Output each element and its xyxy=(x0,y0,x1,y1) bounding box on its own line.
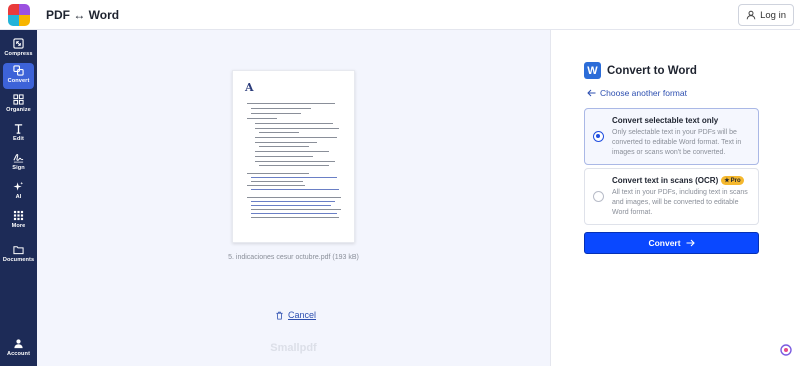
pro-badge: ★ Pro xyxy=(721,176,744,185)
panel-title: Convert to Word xyxy=(607,64,697,77)
user-icon xyxy=(746,10,756,20)
sidebar-item-compress[interactable]: Compress xyxy=(3,36,34,62)
sidebar-item-label: AI xyxy=(15,194,22,200)
sidebar-item-ai[interactable]: AI xyxy=(3,179,34,205)
folder-icon xyxy=(13,246,24,255)
login-button[interactable]: Log in xyxy=(738,4,794,26)
sidebar-item-label: Sign xyxy=(12,165,25,171)
option-title-text: Convert text in scans (OCR) xyxy=(612,176,719,185)
cancel-button[interactable]: Cancel xyxy=(275,310,316,320)
convert-options-panel: W Convert to Word Choose another format … xyxy=(550,30,800,366)
panel-header: W Convert to Word xyxy=(584,62,697,79)
sidebar-item-label: Organize xyxy=(6,107,31,113)
sidebar-item-edit[interactable]: Edit xyxy=(3,121,34,147)
option-title: Convert text in scans (OCR) ★ Pro xyxy=(612,176,744,185)
sidebar-item-organize[interactable]: Organize xyxy=(3,92,34,118)
cancel-label: Cancel xyxy=(288,310,317,320)
sidebar-item-label: Account xyxy=(6,351,31,357)
sidebar-item-more[interactable]: More xyxy=(3,208,34,234)
radio-selectable-text[interactable] xyxy=(593,131,604,142)
word-icon: W xyxy=(584,62,601,79)
sidebar-item-convert[interactable]: Convert xyxy=(3,63,34,89)
option-description: All text in your PDFs, including text in… xyxy=(612,189,748,216)
ai-sparkle-icon xyxy=(13,181,24,191)
option-title-text: Convert selectable text only xyxy=(612,116,719,125)
pro-badge-label: Pro xyxy=(730,177,741,184)
top-bar: PDF ↔ Word Log in xyxy=(0,0,800,30)
sidebar-item-documents[interactable]: Documents xyxy=(3,242,34,268)
sidebar-item-label: Compress xyxy=(4,51,33,57)
option-description: Only selectable text in your PDFs will b… xyxy=(612,129,742,156)
help-chat-icon[interactable] xyxy=(780,344,792,356)
page-title: PDF ↔ Word xyxy=(46,8,120,22)
option-title: Convert selectable text only xyxy=(612,116,718,125)
file-preview-area: A 5. indicaciones cesur octubre.pdf (193… xyxy=(37,30,550,366)
sidebar-item-label: Edit xyxy=(13,136,24,142)
smallpdf-logo[interactable] xyxy=(8,4,30,26)
login-label: Log in xyxy=(760,9,786,21)
sidebar-item-label: Convert xyxy=(7,78,30,84)
convert-icon xyxy=(13,65,24,76)
choose-another-format-label: Choose another format xyxy=(600,88,687,98)
account-icon xyxy=(14,339,23,349)
organize-icon xyxy=(13,94,24,105)
compress-icon xyxy=(13,38,24,49)
arrow-right-icon xyxy=(686,239,695,247)
radio-ocr[interactable] xyxy=(593,191,604,202)
star-icon: ★ xyxy=(724,178,730,184)
document-thumbnail: A xyxy=(232,70,355,243)
sidebar-item-label: More xyxy=(11,223,26,229)
sidebar-item-account[interactable]: Account xyxy=(3,336,34,362)
trash-icon xyxy=(276,311,283,320)
convert-label: Convert xyxy=(648,238,681,248)
sidebar: Compress Convert Organize Edit Sign AI M… xyxy=(0,30,37,366)
sidebar-item-sign[interactable]: Sign xyxy=(3,150,34,176)
smallpdf-watermark: Smallpdf xyxy=(270,342,317,354)
file-name-label: 5. indicaciones cesur octubre.pdf (193 k… xyxy=(228,254,359,261)
convert-button[interactable]: Convert xyxy=(584,232,759,254)
arrow-left-icon xyxy=(587,89,596,97)
choose-another-format-link[interactable]: Choose another format xyxy=(587,88,687,98)
document-logo-mark: A xyxy=(245,81,254,94)
more-grid-icon xyxy=(13,210,24,221)
option-selectable-text[interactable]: Convert selectable text only Only select… xyxy=(584,108,759,165)
sign-icon xyxy=(13,154,24,163)
option-ocr[interactable]: Convert text in scans (OCR) ★ Pro All tex… xyxy=(584,168,759,225)
edit-icon xyxy=(14,124,23,134)
sidebar-item-label: Documents xyxy=(2,257,35,263)
